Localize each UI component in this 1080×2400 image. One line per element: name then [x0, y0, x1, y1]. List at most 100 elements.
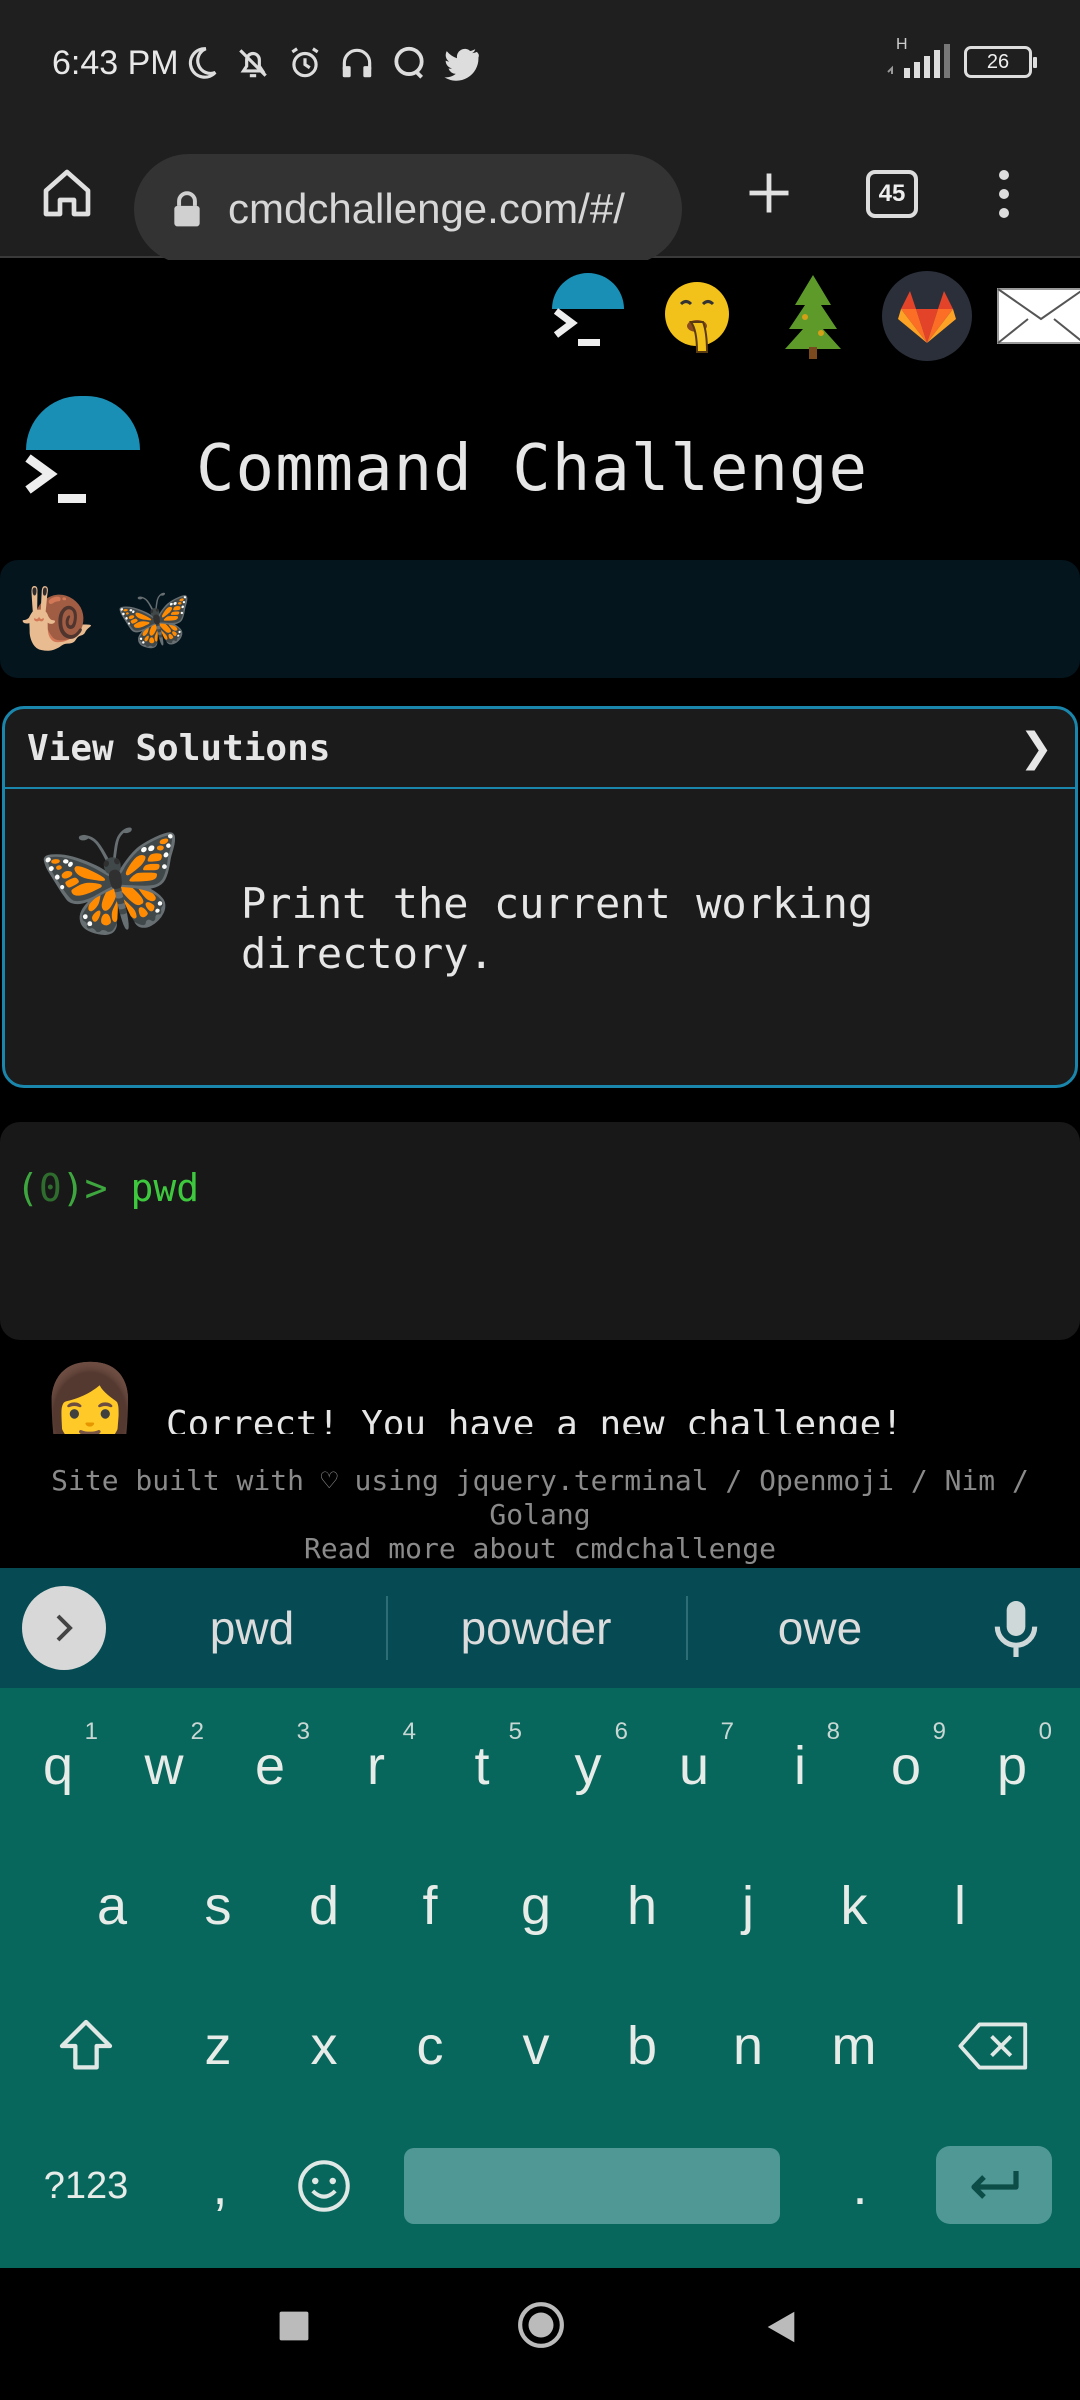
- backspace-icon: [958, 2022, 1028, 2070]
- back-button[interactable]: [762, 2308, 800, 2346]
- tree-icon: [785, 275, 841, 359]
- chevron-right-icon: ❯: [1019, 725, 1053, 771]
- dot-icon: [999, 170, 1009, 180]
- terminal-icon: [553, 308, 600, 346]
- plus-icon: [749, 173, 789, 213]
- terminal-prompt: (0)>: [16, 1166, 108, 1210]
- enter-key[interactable]: [936, 2146, 1052, 2224]
- envelope-icon: [997, 288, 1080, 344]
- status-right: H 26: [884, 36, 1037, 82]
- view-solutions-label: View Solutions: [27, 727, 331, 769]
- keyboard-toolbar-button[interactable]: [22, 1586, 106, 1670]
- key-j[interactable]: j: [698, 1856, 798, 1956]
- footer-credits: Site built with ♡ using jquery.terminal …: [51, 1464, 1029, 1531]
- home-button[interactable]: [34, 160, 100, 226]
- gitlab-icon: [898, 291, 956, 343]
- challenge-description: 🦋 Print the current working directory.: [5, 789, 1075, 1085]
- site-header: Command Challenge: [0, 380, 1080, 520]
- twitter-icon: [444, 48, 479, 81]
- suggestion-1[interactable]: pwd: [130, 1568, 374, 1688]
- web-page: Command Challenge 🐌 🦋 View Solutions ❯ 🦋…: [0, 260, 1080, 1568]
- site-logo[interactable]: [22, 396, 142, 516]
- status-icons: [182, 44, 480, 82]
- signal-icon: H: [884, 36, 950, 82]
- backspace-key[interactable]: [944, 1996, 1044, 2096]
- key-g[interactable]: g: [486, 1856, 586, 1956]
- terminal-prompt-icon: [25, 454, 86, 503]
- home-icon: [43, 169, 91, 217]
- key-q[interactable]: q1: [8, 1716, 108, 1816]
- key-d[interactable]: d: [274, 1856, 374, 1956]
- view-solutions-toggle[interactable]: View Solutions ❯: [5, 709, 1075, 789]
- mail-link[interactable]: [996, 271, 1080, 361]
- lock-icon: [174, 191, 200, 227]
- key-y[interactable]: y6: [538, 1716, 638, 1816]
- key-l[interactable]: l: [910, 1856, 1010, 1956]
- tree-link[interactable]: [768, 271, 858, 361]
- emoji-key[interactable]: [274, 2136, 374, 2236]
- key-a[interactable]: a: [62, 1856, 162, 1956]
- period-key[interactable]: .: [810, 2136, 910, 2236]
- page-title: Command Challenge: [196, 432, 869, 506]
- suggestion-3[interactable]: owe: [690, 1568, 950, 1688]
- address-bar[interactable]: cmdchallenge.com/#/: [134, 154, 682, 264]
- challenge-text: Print the current working directory.: [241, 879, 874, 978]
- url-text: cmdchallenge.com/#/: [228, 185, 625, 232]
- battery-icon: 26: [964, 46, 1037, 78]
- suggestion-divider: [686, 1596, 688, 1660]
- snail-icon[interactable]: 🐌: [18, 588, 95, 650]
- recents-button[interactable]: [276, 2308, 312, 2344]
- terminal-logo-link[interactable]: [540, 271, 630, 361]
- network-type: H: [896, 36, 908, 53]
- key-w[interactable]: w2: [114, 1716, 214, 1816]
- key-v[interactable]: v: [486, 1996, 586, 2096]
- butterfly-icon[interactable]: 🦋: [115, 588, 192, 650]
- space-key[interactable]: [404, 2148, 780, 2224]
- key-r[interactable]: r4: [326, 1716, 426, 1816]
- key-z[interactable]: z: [168, 1996, 268, 2096]
- headphones-icon: [342, 48, 372, 78]
- alarm-icon: [291, 47, 319, 78]
- key-o[interactable]: o9: [856, 1716, 956, 1816]
- bell-off-icon: [239, 49, 267, 78]
- new-tab-button[interactable]: [734, 158, 804, 228]
- chat-icon: [394, 46, 424, 79]
- header-icon-row: [540, 266, 1080, 366]
- key-b[interactable]: b: [592, 1996, 692, 2096]
- key-k[interactable]: k: [804, 1856, 904, 1956]
- result-message: Correct! You have a new challenge!: [166, 1404, 903, 1434]
- key-p[interactable]: p0: [962, 1716, 1062, 1816]
- key-s[interactable]: s: [168, 1856, 268, 1956]
- terminal-line: (0)> pwd: [16, 1166, 199, 1210]
- dot-icon: [999, 208, 1009, 218]
- microphone-icon[interactable]: [988, 1596, 1044, 1662]
- gitlab-link[interactable]: [882, 271, 972, 361]
- overflow-menu-button[interactable]: [984, 164, 1024, 224]
- key-h[interactable]: h: [592, 1856, 692, 1956]
- terminal-console[interactable]: (0)> pwd: [0, 1122, 1080, 1340]
- suggestion-strip: pwd powder owe: [0, 1568, 1080, 1688]
- key-m[interactable]: m: [804, 1996, 904, 2096]
- moth-icon: 🦋: [35, 809, 185, 948]
- symbols-key[interactable]: ?123: [36, 2136, 136, 2236]
- moon-icon: [188, 47, 217, 79]
- terminal-command: pwd: [130, 1166, 200, 1210]
- shushing-face-icon: [665, 282, 729, 353]
- key-c[interactable]: c: [380, 1996, 480, 2096]
- key-x[interactable]: x: [274, 1996, 374, 2096]
- comma-key[interactable]: ,: [170, 2136, 270, 2236]
- key-u[interactable]: u7: [644, 1716, 744, 1816]
- footer-read-more-link[interactable]: Read more about cmdchallenge: [304, 1532, 776, 1565]
- key-f[interactable]: f: [380, 1856, 480, 1956]
- site-footer: Site built with ♡ using jquery.terminal …: [0, 1464, 1080, 1566]
- tab-switcher-button[interactable]: 45: [866, 170, 918, 218]
- home-nav-button[interactable]: [516, 2300, 566, 2350]
- dot-icon: [999, 189, 1009, 199]
- shift-key[interactable]: [36, 1996, 136, 2096]
- key-e[interactable]: e3: [220, 1716, 320, 1816]
- shushing-face-link[interactable]: [654, 271, 744, 361]
- key-i[interactable]: i8: [750, 1716, 850, 1816]
- suggestion-2[interactable]: powder: [388, 1568, 684, 1688]
- key-n[interactable]: n: [698, 1996, 798, 2096]
- key-t[interactable]: t5: [432, 1716, 532, 1816]
